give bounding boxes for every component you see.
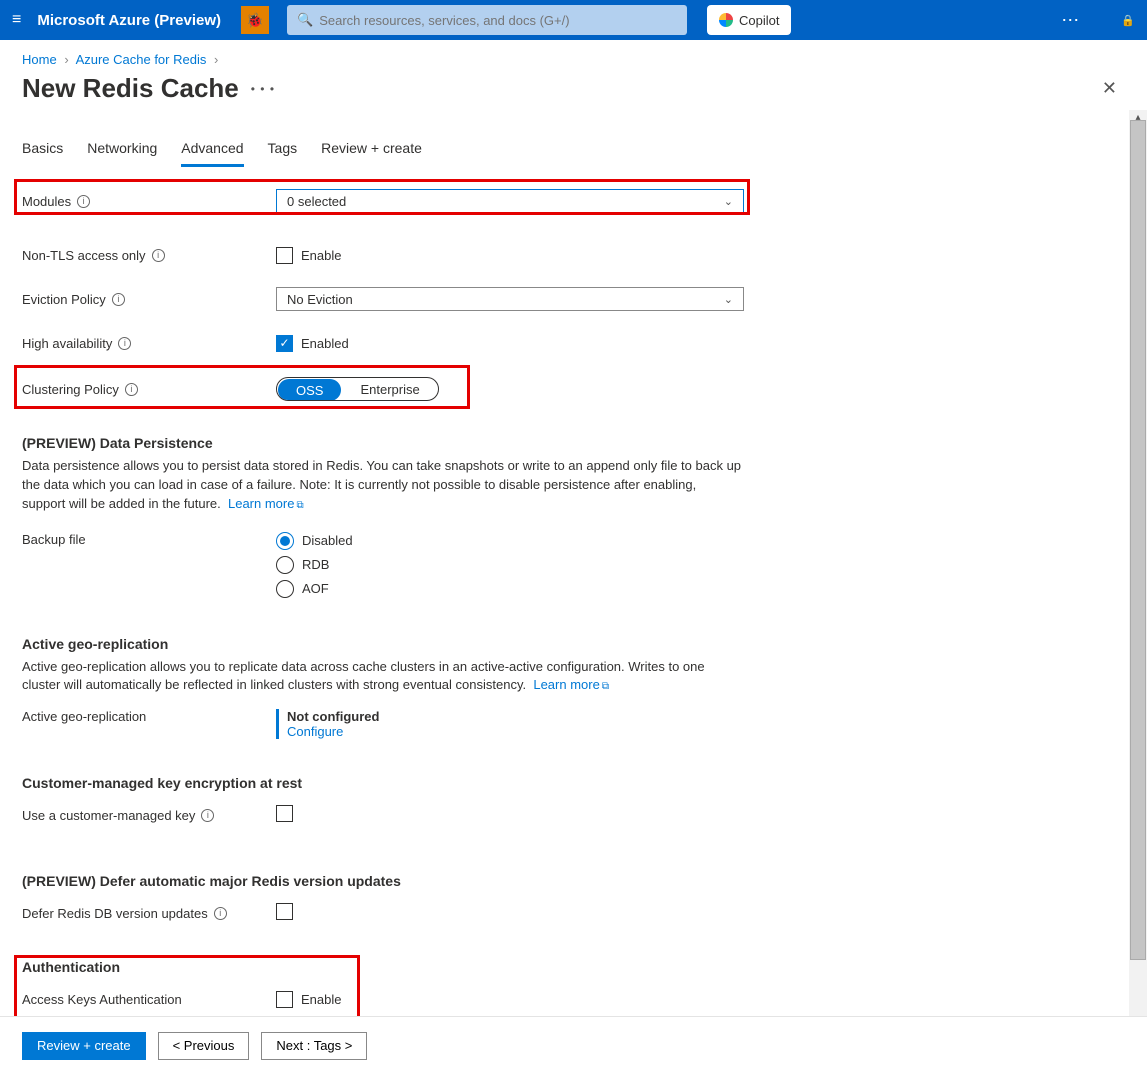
backup-radio-rdb[interactable]: RDB [276,556,744,574]
auth-heading: Authentication [22,959,1107,975]
ha-cb-label: Enabled [301,336,349,351]
info-icon[interactable]: i [214,907,227,920]
footer: Review + create < Previous Next : Tags > [0,1016,1147,1074]
geo-status: Not configured Configure [276,709,744,739]
chevron-down-icon: ⌄ [724,195,733,208]
info-icon[interactable]: i [125,383,138,396]
backup-radio-group: Disabled RDB AOF [276,532,744,598]
radio-icon [276,532,294,550]
info-icon[interactable]: i [201,809,214,822]
topbar: ≡ Microsoft Azure (Preview) 🐞 🔍 Copilot … [0,0,1147,40]
backup-radio-aof[interactable]: AOF [276,580,744,598]
page-title: New Redis Cache [22,73,239,104]
nontls-label: Non-TLS access only [22,248,146,263]
row-eviction: Eviction Policy i No Eviction ⌄ [22,281,1107,317]
defer-heading: (PREVIEW) Defer automatic major Redis ve… [22,873,1107,889]
tab-tags[interactable]: Tags [268,140,298,167]
geo-desc: Active geo-replication allows you to rep… [22,658,742,696]
geo-status-value: Not configured [287,709,744,724]
eviction-label: Eviction Policy [22,292,106,307]
eviction-dropdown[interactable]: No Eviction ⌄ [276,287,744,311]
review-create-button[interactable]: Review + create [22,1032,146,1060]
radio-icon [276,580,294,598]
previous-button[interactable]: < Previous [158,1032,250,1060]
breadcrumb-home[interactable]: Home [22,52,57,67]
external-link-icon: ⧉ [602,681,609,692]
row-modules: Modules i 0 selected ⌄ [22,183,1107,219]
tab-networking[interactable]: Networking [87,140,157,167]
more-icon[interactable]: ⋯ [1061,10,1081,31]
geo-row-label: Active geo-replication [22,709,146,724]
auth-checkbox[interactable] [276,991,293,1008]
auth-label: Access Keys Authentication [22,992,182,1007]
row-nontls: Non-TLS access only i Enable [22,237,1107,273]
tab-basics[interactable]: Basics [22,140,63,167]
row-cmk: Use a customer-managed key i [22,797,1107,833]
search-input[interactable] [319,13,677,28]
modules-label: Modules [22,194,71,209]
cluster-opt-oss[interactable]: OSS [278,379,341,401]
chevron-down-icon: ⌄ [724,293,733,306]
title-more-icon[interactable]: • • • [251,82,275,96]
row-geo: Active geo-replication Not configured Co… [22,709,1107,745]
tab-review[interactable]: Review + create [321,140,422,167]
menu-icon[interactable]: ≡ [12,11,21,29]
row-clustering: Clustering Policy i OSS Enterprise [22,371,1107,407]
eviction-value: No Eviction [287,292,353,307]
row-defer: Defer Redis DB version updates i [22,895,1107,931]
auth-cb-label: Enable [301,992,341,1007]
cluster-opt-enterprise[interactable]: Enterprise [342,378,437,400]
info-icon[interactable]: i [118,337,131,350]
cluster-label: Clustering Policy [22,382,119,397]
modules-value: 0 selected [287,194,346,209]
cmk-checkbox[interactable] [276,805,293,822]
geo-configure-link[interactable]: Configure [287,724,343,739]
chevron-right-icon: › [64,52,68,67]
bug-icon[interactable]: 🐞 [241,6,269,34]
info-icon[interactable]: i [112,293,125,306]
geo-heading: Active geo-replication [22,636,1107,652]
row-auth: Access Keys Authentication Enable [22,981,1107,1017]
row-backup: Backup file Disabled RDB AOF [22,532,1107,598]
title-row: New Redis Cache • • • ✕ [0,71,1147,110]
backup-label: Backup file [22,532,86,547]
lock-icon: 🔒 [1121,14,1135,27]
brand-title[interactable]: Microsoft Azure (Preview) [37,12,221,29]
persistence-desc: Data persistence allows you to persist d… [22,457,742,514]
auth-section: Authentication Access Keys Authenticatio… [22,959,1107,1017]
radio-icon [276,556,294,574]
nontls-checkbox[interactable] [276,247,293,264]
modules-dropdown[interactable]: 0 selected ⌄ [276,189,744,213]
breadcrumb: Home › Azure Cache for Redis › [0,40,1147,71]
chevron-right-icon: › [214,52,218,67]
persistence-heading: (PREVIEW) Data Persistence [22,435,1107,451]
breadcrumb-parent[interactable]: Azure Cache for Redis [76,52,207,67]
row-ha: High availability i ✓ Enabled [22,325,1107,361]
nontls-cb-label: Enable [301,248,341,263]
copilot-label: Copilot [739,13,779,28]
backup-radio-disabled[interactable]: Disabled [276,532,744,550]
info-icon[interactable]: i [152,249,165,262]
close-icon[interactable]: ✕ [1094,74,1125,103]
copilot-icon [719,13,733,27]
cmk-heading: Customer-managed key encryption at rest [22,775,1107,791]
scrollbar-thumb[interactable] [1130,120,1146,960]
external-link-icon: ⧉ [296,500,303,511]
geo-learn-more[interactable]: Learn more⧉ [533,677,609,692]
tabs: Basics Networking Advanced Tags Review +… [22,140,1107,167]
ha-label: High availability [22,336,112,351]
tab-advanced[interactable]: Advanced [181,140,243,167]
copilot-button[interactable]: Copilot [707,5,791,35]
persistence-learn-more[interactable]: Learn more⧉ [228,496,304,511]
search-box[interactable]: 🔍 [287,5,687,35]
info-icon[interactable]: i [77,195,90,208]
ha-checkbox[interactable]: ✓ [276,335,293,352]
content-pane: Basics Networking Advanced Tags Review +… [0,110,1147,1042]
defer-checkbox[interactable] [276,903,293,920]
cmk-label: Use a customer-managed key [22,808,195,823]
next-button[interactable]: Next : Tags > [261,1032,367,1060]
defer-label: Defer Redis DB version updates [22,906,208,921]
cluster-toggle[interactable]: OSS Enterprise [276,377,439,401]
search-icon: 🔍 [297,12,313,28]
